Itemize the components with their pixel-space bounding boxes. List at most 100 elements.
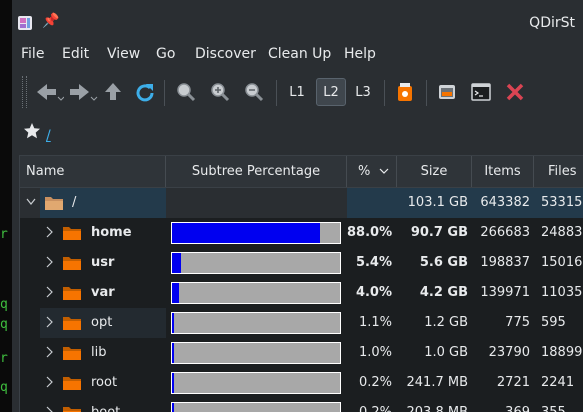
menu-help[interactable]: Help (344, 46, 376, 62)
expand-chevron-icon[interactable] (44, 376, 54, 388)
root-size: 103.1 GB (407, 195, 468, 210)
tree-row-opt[interactable]: opt 1.1% 1.2 GB 775 595 (20, 308, 583, 338)
tree-row-usr[interactable]: usr 5.4% 5.6 GB 198837 150162 (20, 248, 583, 278)
level-2-button[interactable]: L2 (316, 78, 346, 106)
subtree-percentage-fill (172, 223, 320, 243)
toolbar: L1 L2 L3 (12, 70, 583, 114)
zoom-out-button[interactable] (240, 78, 268, 106)
root-name: / (72, 195, 77, 210)
row-items: 139971 (480, 285, 530, 300)
pin-icon[interactable]: 📌 (42, 13, 59, 29)
column-header-name[interactable]: Name (20, 156, 166, 187)
up-button[interactable] (100, 78, 126, 106)
subtree-percentage-bar (171, 282, 341, 304)
folder-icon (63, 317, 81, 330)
up-icon (105, 83, 121, 100)
expand-chevron-icon[interactable] (44, 286, 54, 298)
subtree-percentage-fill (172, 403, 174, 412)
menu-clean-up[interactable]: Clean Up (268, 46, 331, 62)
reload-button[interactable] (132, 78, 158, 106)
hide-icon (439, 85, 455, 99)
back-icon (37, 84, 64, 101)
subtree-percentage-bar (171, 222, 341, 244)
delete-button[interactable] (502, 78, 528, 106)
collapse-chevron-icon[interactable] (26, 196, 36, 208)
folder-icon (63, 407, 81, 412)
back-button[interactable] (32, 78, 66, 106)
level-1-button[interactable]: L1 (282, 78, 312, 106)
row-percent: 0.2% (347, 398, 392, 412)
hide-button[interactable] (434, 78, 460, 106)
row-name: opt (91, 315, 113, 330)
expand-chevron-icon[interactable] (44, 406, 54, 412)
expand-chevron-icon[interactable] (44, 316, 54, 328)
root-items: 643382 (480, 195, 530, 210)
zoom-in-button[interactable] (206, 78, 234, 106)
expand-chevron-icon[interactable] (44, 256, 54, 268)
row-files: 355 (541, 398, 566, 412)
title-bar[interactable]: 📌 QDirSt (12, 0, 583, 40)
menu-discover[interactable]: Discover (195, 46, 256, 62)
clean-up-button[interactable] (392, 78, 418, 106)
column-header-files[interactable]: Files (534, 156, 583, 187)
expand-chevron-icon[interactable] (44, 346, 54, 358)
directory-tree[interactable]: Name Subtree Percentage % Size Items Fil… (19, 155, 583, 412)
row-items: 23790 (488, 345, 530, 360)
breadcrumb-root-link[interactable]: / (46, 128, 51, 144)
row-name: home (91, 225, 132, 240)
row-percent: 88.0% (347, 225, 393, 240)
row-files: 595 (541, 315, 566, 330)
row-size: 5.6 GB (419, 255, 468, 270)
row-files: 150162 (541, 255, 583, 270)
tree-row-home[interactable]: home 88.0% 90.7 GB 266683 248836 (20, 218, 583, 248)
subtree-percentage-fill (172, 343, 174, 363)
terminal-glyph: r (0, 227, 8, 242)
menu-view[interactable]: View (107, 46, 140, 62)
row-name: boot (91, 398, 120, 412)
bookmark-star-icon[interactable] (23, 122, 41, 140)
menu-go[interactable]: Go (156, 46, 175, 62)
app-window: 📌 QDirSt File Edit View Go Discover Clea… (12, 0, 583, 412)
toolbar-grip[interactable] (22, 76, 27, 108)
folder-icon (45, 197, 63, 210)
menu-edit[interactable]: Edit (62, 46, 89, 62)
column-header-subtree-percentage[interactable]: Subtree Percentage (166, 156, 347, 187)
column-header-items[interactable]: Items (472, 156, 534, 187)
terminal-glyph: r (0, 351, 8, 366)
open-terminal-button[interactable] (468, 78, 494, 106)
level-3-button[interactable]: L3 (348, 78, 378, 106)
row-size: 4.2 GB (419, 285, 468, 300)
folder-icon (63, 257, 81, 270)
zoom-icon (177, 83, 196, 102)
row-name: usr (91, 255, 115, 270)
menu-file[interactable]: File (21, 46, 44, 62)
tree-row-root[interactable]: root 0.2% 241.7 MB 2721 2241 (20, 368, 583, 398)
terminal-glyph: q (0, 380, 8, 395)
tree-row-var[interactable]: var 4.0% 4.2 GB 139971 110351 (20, 278, 583, 308)
row-percent: 0.2% (358, 375, 392, 390)
toolbar-separator (384, 80, 385, 106)
row-files: 248836 (541, 225, 583, 240)
zoom-button[interactable] (172, 78, 200, 106)
row-items: 266683 (480, 225, 530, 240)
tree-row-root[interactable]: / 103.1 GB 643382 533152 (20, 188, 583, 218)
row-size: 1.2 GB (424, 315, 468, 330)
column-header-size[interactable]: Size (397, 156, 472, 187)
app-icon (18, 16, 32, 30)
subtree-percentage-bar (171, 342, 341, 364)
row-size: 1.0 GB (424, 345, 468, 360)
forward-icon (70, 84, 98, 101)
folder-icon (63, 347, 81, 360)
column-header-percent[interactable]: % (347, 156, 397, 187)
toolbar-separator (276, 80, 277, 106)
forward-button[interactable] (66, 78, 100, 106)
row-percent: 4.0% (355, 285, 392, 300)
row-percent: 5.4% (355, 255, 392, 270)
subtree-percentage-fill (172, 253, 181, 273)
sort-descending-icon (379, 168, 389, 174)
tree-row-boot[interactable]: boot 0.2% 203.8 MB 369 355 (20, 398, 583, 412)
expand-chevron-icon[interactable] (44, 226, 54, 238)
breadcrumb: / (12, 118, 583, 152)
tree-row-lib[interactable]: lib 1.0% 1.0 GB 23790 18899 (20, 338, 583, 368)
row-name: lib (91, 345, 107, 360)
